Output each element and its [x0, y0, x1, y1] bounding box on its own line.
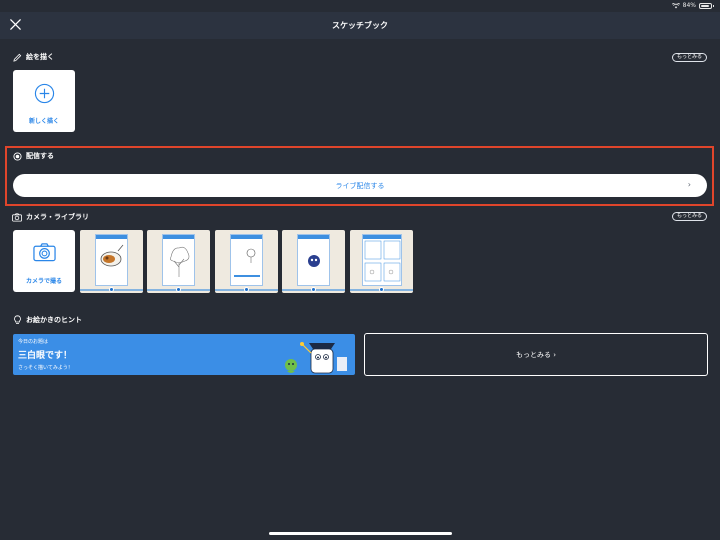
banner-kicker: 今日のお題は — [18, 339, 49, 345]
navigation-bar: スケッチブック — [0, 12, 720, 39]
live-section-title: 配信する — [26, 152, 54, 160]
wifi-icon — [671, 2, 680, 8]
draw-section-title: 絵を描く — [26, 53, 54, 61]
live-stream-label: ライブ配信する — [335, 182, 385, 190]
library-thumbnail[interactable] — [80, 230, 143, 293]
pencil-icon — [12, 52, 22, 62]
draw-more-button[interactable]: もっとみる — [671, 53, 707, 62]
library-thumbnail[interactable] — [147, 230, 210, 293]
draw-section-header: 絵を描く — [12, 52, 54, 62]
grid-worksheet-icon — [364, 240, 401, 282]
hint-more-label: もっとみる › — [515, 351, 557, 359]
camera-library-icon — [12, 212, 22, 222]
camera-section-header: カメラ・ライブラリ — [12, 212, 89, 222]
home-indicator[interactable] — [269, 532, 452, 535]
camera-more-button[interactable]: もっとみる — [671, 212, 707, 221]
tree-sketch-icon — [170, 246, 190, 277]
live-stream-button[interactable]: ライブ配信する › — [13, 174, 707, 197]
battery-percent: 84% — [682, 2, 696, 9]
broadcast-icon — [12, 151, 22, 161]
lightbulb-icon — [12, 315, 22, 325]
status-bar: 84% — [0, 0, 720, 12]
banner-subtext: さっそく描いてみよう！ — [18, 365, 73, 371]
camera-capture-card[interactable]: カメラで撮る — [13, 230, 75, 292]
new-drawing-card[interactable]: 新しく描く — [13, 70, 75, 132]
daily-theme-banner[interactable]: 今日のお題は 三白眼です！ さっそく描いてみよう！ — [13, 334, 355, 375]
page-title: スケッチブック — [332, 21, 388, 30]
camera-section-title: カメラ・ライブラリ — [26, 213, 89, 221]
library-thumbnail[interactable] — [215, 230, 278, 293]
library-thumbnail[interactable] — [282, 230, 345, 293]
curry-drawing-icon — [100, 244, 124, 267]
plus-circle-icon — [34, 83, 55, 104]
camera-capture-label: カメラで撮る — [25, 278, 62, 285]
banner-headline: 三白眼です！ — [18, 351, 73, 361]
hint-more-button[interactable]: もっとみる › — [364, 333, 708, 376]
mascot-illustration — [285, 342, 347, 374]
hint-section-title: お絵かきのヒント — [26, 316, 82, 324]
camera-icon — [33, 243, 56, 262]
battery-icon — [699, 2, 714, 9]
hint-section-header: お絵かきのヒント — [12, 315, 82, 325]
creature-drawing-icon — [308, 255, 320, 267]
balloon-sketch-icon — [234, 248, 260, 277]
library-thumbnail[interactable] — [350, 230, 413, 293]
new-drawing-label: 新しく描く — [28, 118, 59, 125]
chevron-right-icon: › — [687, 180, 691, 189]
live-section-header: 配信する — [12, 151, 54, 161]
